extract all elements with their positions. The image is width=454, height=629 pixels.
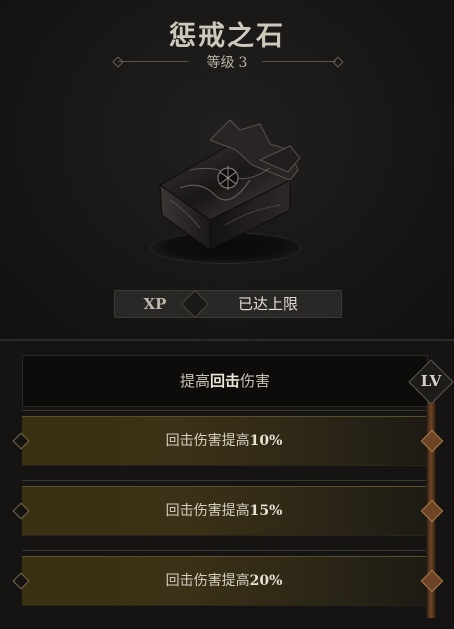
row-divider	[22, 550, 426, 551]
upgrade-tier-3[interactable]: 回击伤害提高20%	[12, 556, 426, 606]
tier-text: 回击伤害提高	[165, 573, 250, 589]
passive-highlight: 回击	[209, 372, 240, 390]
tier-text: 回击伤害提高	[165, 503, 250, 519]
passive-header: 提高回击伤害	[22, 355, 428, 407]
tier-label: 回击伤害提高20%	[22, 557, 426, 605]
tier-percent: 15%	[249, 503, 283, 519]
item-title: 惩戒之石	[169, 21, 285, 52]
tier-text: 回击伤害提高	[165, 433, 250, 449]
upgrade-tier-1[interactable]: 回击伤害提高10%	[12, 416, 426, 466]
dark-stone-cube-icon	[140, 110, 310, 260]
lv-badge-label: LV	[420, 372, 442, 390]
xp-status: 已达上限	[237, 295, 298, 313]
row-divider	[22, 480, 426, 481]
tier-label: 回击伤害提高10%	[22, 417, 426, 465]
row-divider	[22, 410, 426, 411]
tier-percent: 20%	[249, 573, 283, 589]
level-value: 3	[238, 55, 248, 71]
passive-suffix: 伤害	[240, 372, 271, 390]
upgrade-tier-2[interactable]: 回击伤害提高15%	[12, 486, 426, 536]
tier-percent: 10%	[249, 433, 283, 449]
level-label: 等级	[206, 55, 235, 71]
passive-prefix: 提高	[179, 372, 210, 390]
level-indicator: 等级 3	[0, 52, 454, 72]
passive-description: 提高回击伤害	[23, 356, 427, 406]
tier-label: 回击伤害提高15%	[22, 487, 426, 535]
divider-right	[262, 61, 336, 62]
xp-bar: XP 已达上限	[114, 289, 342, 319]
level-row: 等级 3	[0, 50, 454, 72]
